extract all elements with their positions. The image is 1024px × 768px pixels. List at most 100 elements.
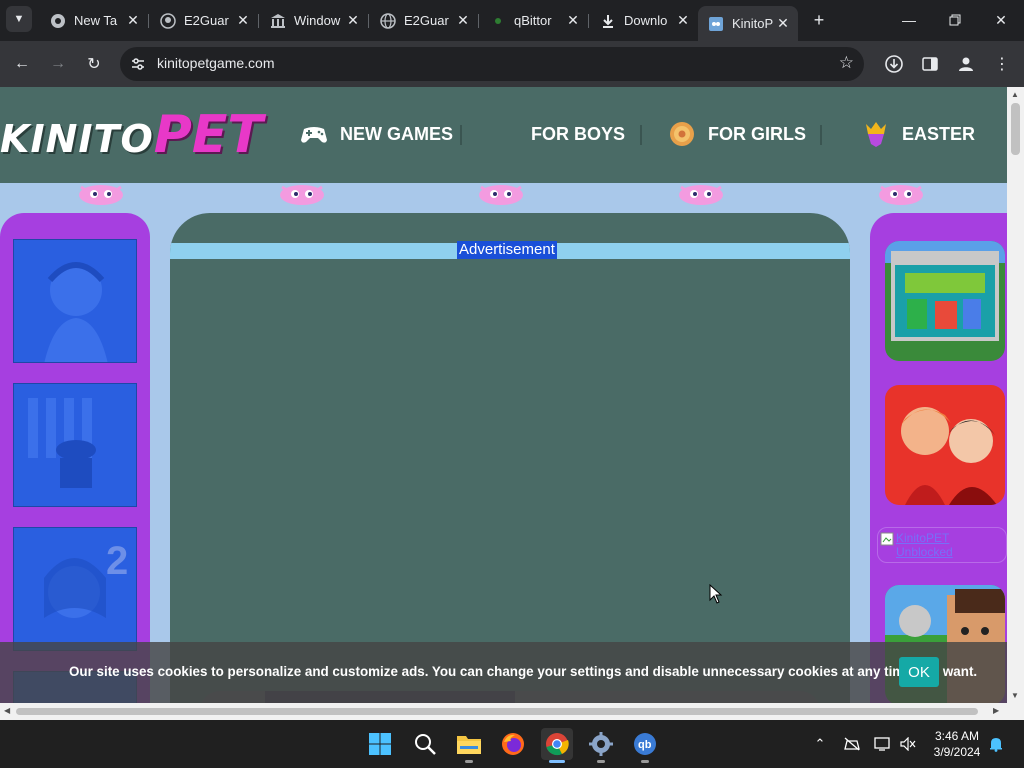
file-explorer-icon[interactable]	[453, 728, 485, 763]
site-logo[interactable]: KINITOPET	[0, 105, 263, 165]
clock-date: 3/9/2024	[933, 745, 981, 759]
running-indicator	[465, 760, 473, 763]
tab-separator	[368, 14, 369, 28]
nav-easter[interactable]: EASTER	[862, 119, 975, 149]
broken-image-icon	[880, 532, 894, 546]
nav-label: FOR BOYS	[531, 123, 626, 144]
tab-separator	[148, 14, 149, 28]
cookie-ok-button[interactable]: OK	[899, 657, 939, 687]
browser-tab[interactable]: qBittor ✕	[480, 6, 589, 35]
running-indicator	[641, 760, 649, 763]
browser-tab[interactable]: Window ✕	[260, 6, 369, 35]
logo-text-kinito: KINITO	[0, 117, 154, 161]
chrome-taskbar-icon[interactable]	[541, 728, 573, 763]
site-settings-icon[interactable]	[128, 54, 148, 74]
bank-icon	[270, 13, 286, 29]
menu-dots-icon[interactable]: ⋮	[988, 50, 1016, 78]
close-icon[interactable]: ✕	[234, 12, 252, 30]
broken-image-link[interactable]: KinitoPET Unblocked	[877, 527, 1007, 563]
browser-tab[interactable]: E2Guar ✕	[370, 6, 479, 35]
settings-icon[interactable]	[585, 728, 617, 763]
scroll-left-icon[interactable]: ◀	[4, 706, 10, 715]
tab-title: E2Guar	[404, 13, 449, 28]
close-window-icon[interactable]: ✕	[978, 0, 1024, 40]
tab-separator	[478, 14, 479, 28]
vertical-scrollbar[interactable]: ▲ ▼	[1007, 87, 1024, 703]
tab-search-button[interactable]: ▼	[6, 6, 32, 32]
close-icon[interactable]: ✕	[774, 15, 792, 33]
nav-for-boys[interactable]: FOR BOYS	[531, 119, 625, 149]
tab-title: E2Guar	[184, 13, 229, 28]
globe-icon	[380, 12, 396, 29]
system-clock[interactable]: 3:46 AM 3/9/2024	[926, 728, 988, 760]
horizontal-scrollbar[interactable]: ◀ ▶	[0, 703, 1024, 720]
site-header: KINITOPET NEW GAMES FOR BOYS FOR GIRLS E…	[0, 87, 1007, 183]
search-icon[interactable]	[409, 728, 441, 760]
chevron-up-icon[interactable]: ⌃	[810, 734, 830, 754]
game-thumbnail[interactable]	[13, 383, 137, 507]
back-icon[interactable]: ←	[8, 50, 36, 78]
volume-mute-icon[interactable]	[898, 734, 918, 754]
nav-divider	[820, 125, 822, 145]
address-bar[interactable]: kinitopetgame.com ☆	[120, 47, 864, 81]
restore-icon[interactable]	[932, 0, 978, 40]
game-thumbnail[interactable]	[885, 241, 1005, 361]
horizontal-scroll-thumb[interactable]	[16, 708, 978, 715]
reload-icon[interactable]: ↻	[80, 50, 108, 78]
pink-creature-decoration	[479, 185, 523, 205]
cookie-message: Our site uses cookies to personalize and…	[69, 664, 978, 679]
network-off-icon[interactable]	[842, 734, 862, 754]
pink-creature-decoration	[79, 185, 123, 205]
minimize-icon[interactable]: —	[886, 0, 932, 40]
new-tab-icon[interactable]: +	[808, 9, 830, 31]
windows-taskbar: qb ⌃ 3:46 AM 3/9/2024	[0, 720, 1024, 768]
firefox-icon[interactable]	[497, 728, 529, 760]
tab-separator	[588, 14, 589, 28]
tab-separator	[258, 14, 259, 28]
scroll-up-icon[interactable]: ▲	[1011, 90, 1019, 99]
browser-tab-active[interactable]: KinitoP ✕	[698, 6, 798, 41]
nav-label: FOR GIRLS	[708, 123, 806, 144]
qbittorrent-icon[interactable]: qb	[629, 728, 661, 763]
tab-title: New Ta	[74, 13, 118, 28]
nav-new-games[interactable]: NEW GAMES	[300, 119, 453, 149]
cookie-banner: Our site uses cookies to personalize and…	[0, 642, 1007, 703]
advertisement-label: Advertisement	[457, 241, 557, 259]
browser-tab[interactable]: Downlo ✕	[590, 6, 698, 35]
game-thumbnail[interactable]	[885, 385, 1005, 505]
tab-title: Downlo	[624, 13, 668, 28]
nav-divider	[460, 125, 462, 145]
scroll-down-icon[interactable]: ▼	[1011, 691, 1019, 700]
downloads-icon[interactable]	[880, 50, 908, 78]
browser-tab[interactable]: New Ta ✕	[40, 6, 149, 35]
profile-icon[interactable]	[952, 50, 980, 78]
browser-tab[interactable]: E2Guar ✕	[150, 6, 259, 35]
browser-toolbar: ← → ↻ kinitopetgame.com ☆ ⋮	[0, 41, 1024, 87]
notification-bell-icon[interactable]	[986, 734, 1006, 754]
close-icon[interactable]: ✕	[454, 12, 472, 30]
nav-for-girls[interactable]: FOR GIRLS	[668, 119, 806, 149]
flower-badge-icon	[668, 120, 696, 148]
windows-start-icon[interactable]	[364, 728, 396, 760]
close-icon[interactable]: ✕	[564, 12, 582, 30]
gamepad-icon	[300, 120, 328, 148]
scroll-right-icon[interactable]: ▶	[993, 706, 999, 715]
close-icon[interactable]: ✕	[124, 12, 142, 30]
display-icon[interactable]	[872, 734, 892, 754]
nav-label: NEW GAMES	[340, 123, 454, 144]
forward-icon[interactable]: →	[44, 50, 72, 78]
mouse-cursor-icon	[709, 584, 723, 604]
game-thumbnail[interactable]	[13, 239, 137, 363]
game-thumbnail[interactable]: 2	[13, 527, 137, 651]
main-game-panel: Advertisement	[170, 213, 850, 703]
vertical-scroll-thumb[interactable]	[1011, 103, 1020, 155]
bookmark-star-icon[interactable]: ☆	[839, 53, 854, 73]
close-icon[interactable]: ✕	[674, 12, 692, 30]
close-icon[interactable]: ✕	[344, 12, 362, 30]
side-panel-icon[interactable]	[916, 50, 944, 78]
svg-text:qb: qb	[638, 739, 652, 751]
running-indicator	[549, 760, 565, 763]
left-game-column: 2	[0, 213, 150, 703]
clock-time: 3:46 AM	[934, 729, 980, 743]
pink-creature-decoration	[679, 185, 723, 205]
